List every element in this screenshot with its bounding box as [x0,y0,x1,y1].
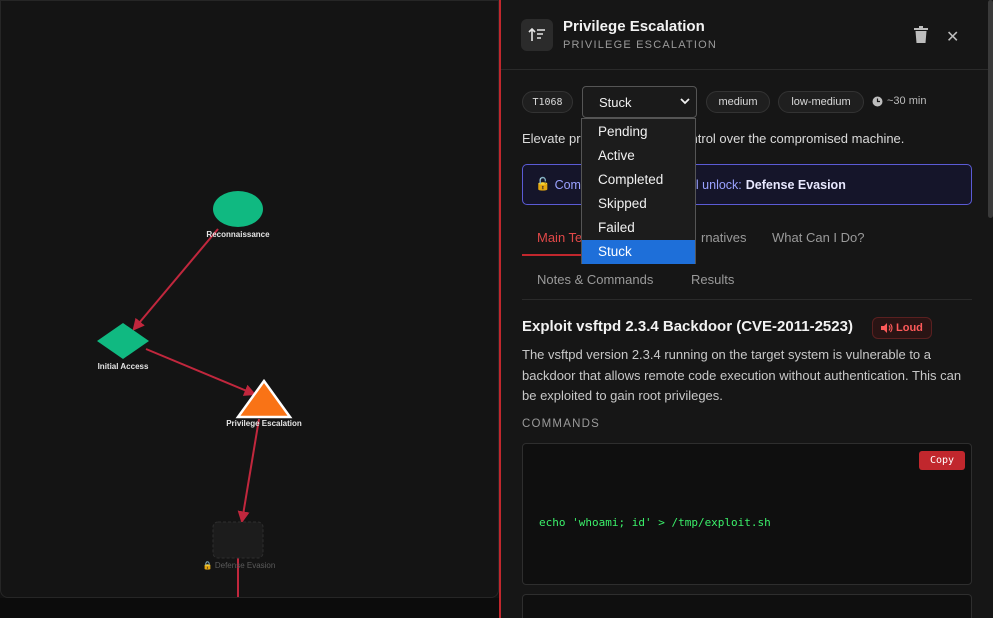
panel-subtitle: PRIVILEGE ESCALATION [563,39,718,51]
edge-recon-initial [132,228,219,331]
description-right: control over the compromised machine. [676,131,905,146]
edge-privesc-defense [237,418,260,524]
node-defense-evasion[interactable] [212,521,264,559]
tab-results[interactable]: Results [691,272,734,287]
status-option-active[interactable]: Active [582,144,695,168]
time-estimate-value: ~30 min [887,95,927,107]
status-select-value: Stuck [599,94,632,110]
node-label-defense-evasion: 🔒 Defense Evasion [203,561,276,570]
difficulty-badge: low-medium [778,91,864,113]
node-label-initial-access: Initial Access [97,362,149,371]
close-button[interactable]: ✕ [946,27,959,47]
scrollbar[interactable] [988,0,993,218]
edge-initial-privesc [145,348,257,396]
sort-arrows-icon [521,19,553,51]
unlock-text-mid: l unlock: [695,177,742,192]
unlock-icon: 🔓 [535,177,551,191]
command-block-next [522,594,972,618]
trash-icon [914,26,928,43]
attack-graph-canvas[interactable]: Reconnaissance Initial Access Privilege … [0,0,499,598]
noise-badge-label: Loud [896,322,923,334]
status-select[interactable]: Stuck [582,86,697,118]
command-block: Copy echo 'whoami; id' > /tmp/exploit.sh [522,443,972,585]
status-option-stuck[interactable]: Stuck [582,240,695,264]
tab-what-can-i-do[interactable]: What Can I Do? [772,230,865,245]
commands-heading: COMMANDS [522,418,600,430]
status-dropdown-list: Pending Active Completed Skipped Failed … [581,118,696,264]
speaker-icon [881,323,893,333]
tabs-divider [522,299,972,300]
chevron-down-icon [680,98,690,105]
graph-edges [97,191,293,597]
node-reconnaissance[interactable] [213,191,263,227]
unlock-target: Defense Evasion [745,177,846,192]
status-option-completed[interactable]: Completed [582,168,695,192]
status-option-skipped[interactable]: Skipped [582,192,695,216]
tab-alternatives[interactable]: rnatives [701,230,747,245]
delete-button[interactable] [911,24,931,46]
node-label-privilege-escalation: Privilege Escalation [226,419,302,428]
node-detail-panel: Privilege Escalation PRIVILEGE ESCALATIO… [499,0,993,618]
lock-icon: 🔒 [202,561,215,570]
description: Elevate pr control over the compromised … [522,131,904,146]
command-text: echo 'whoami; id' > /tmp/exploit.sh [539,516,771,529]
risk-badge: medium [706,91,770,113]
tab-notes-commands[interactable]: Notes & Commands [537,272,653,287]
node-label-defense-evasion-text: Defense Evasion [214,561,276,570]
description-left: Elevate pr [522,131,581,146]
panel-header: Privilege Escalation PRIVILEGE ESCALATIO… [501,0,993,70]
technique-id-badge: T1068 [522,91,573,113]
technique-description: The vsftpd version 2.3.4 running on the … [522,347,962,403]
technique-title: Exploit vsftpd 2.3.4 Backdoor (CVE-2011-… [522,318,853,335]
clock-icon [872,96,883,106]
node-initial-access[interactable] [97,323,149,359]
tab-main-technique[interactable]: Main Te [537,230,582,245]
time-estimate: ~30 min [872,95,926,107]
close-icon: ✕ [946,29,960,46]
node-privilege-escalation[interactable] [235,378,293,419]
canvas-bottom-bar [0,598,499,618]
panel-title: Privilege Escalation [563,18,705,35]
noise-badge: Loud [872,317,932,339]
node-label-reconnaissance: Reconnaissance [206,230,270,239]
status-option-failed[interactable]: Failed [582,216,695,240]
status-option-pending[interactable]: Pending [582,120,695,144]
copy-button[interactable]: Copy [919,451,965,470]
